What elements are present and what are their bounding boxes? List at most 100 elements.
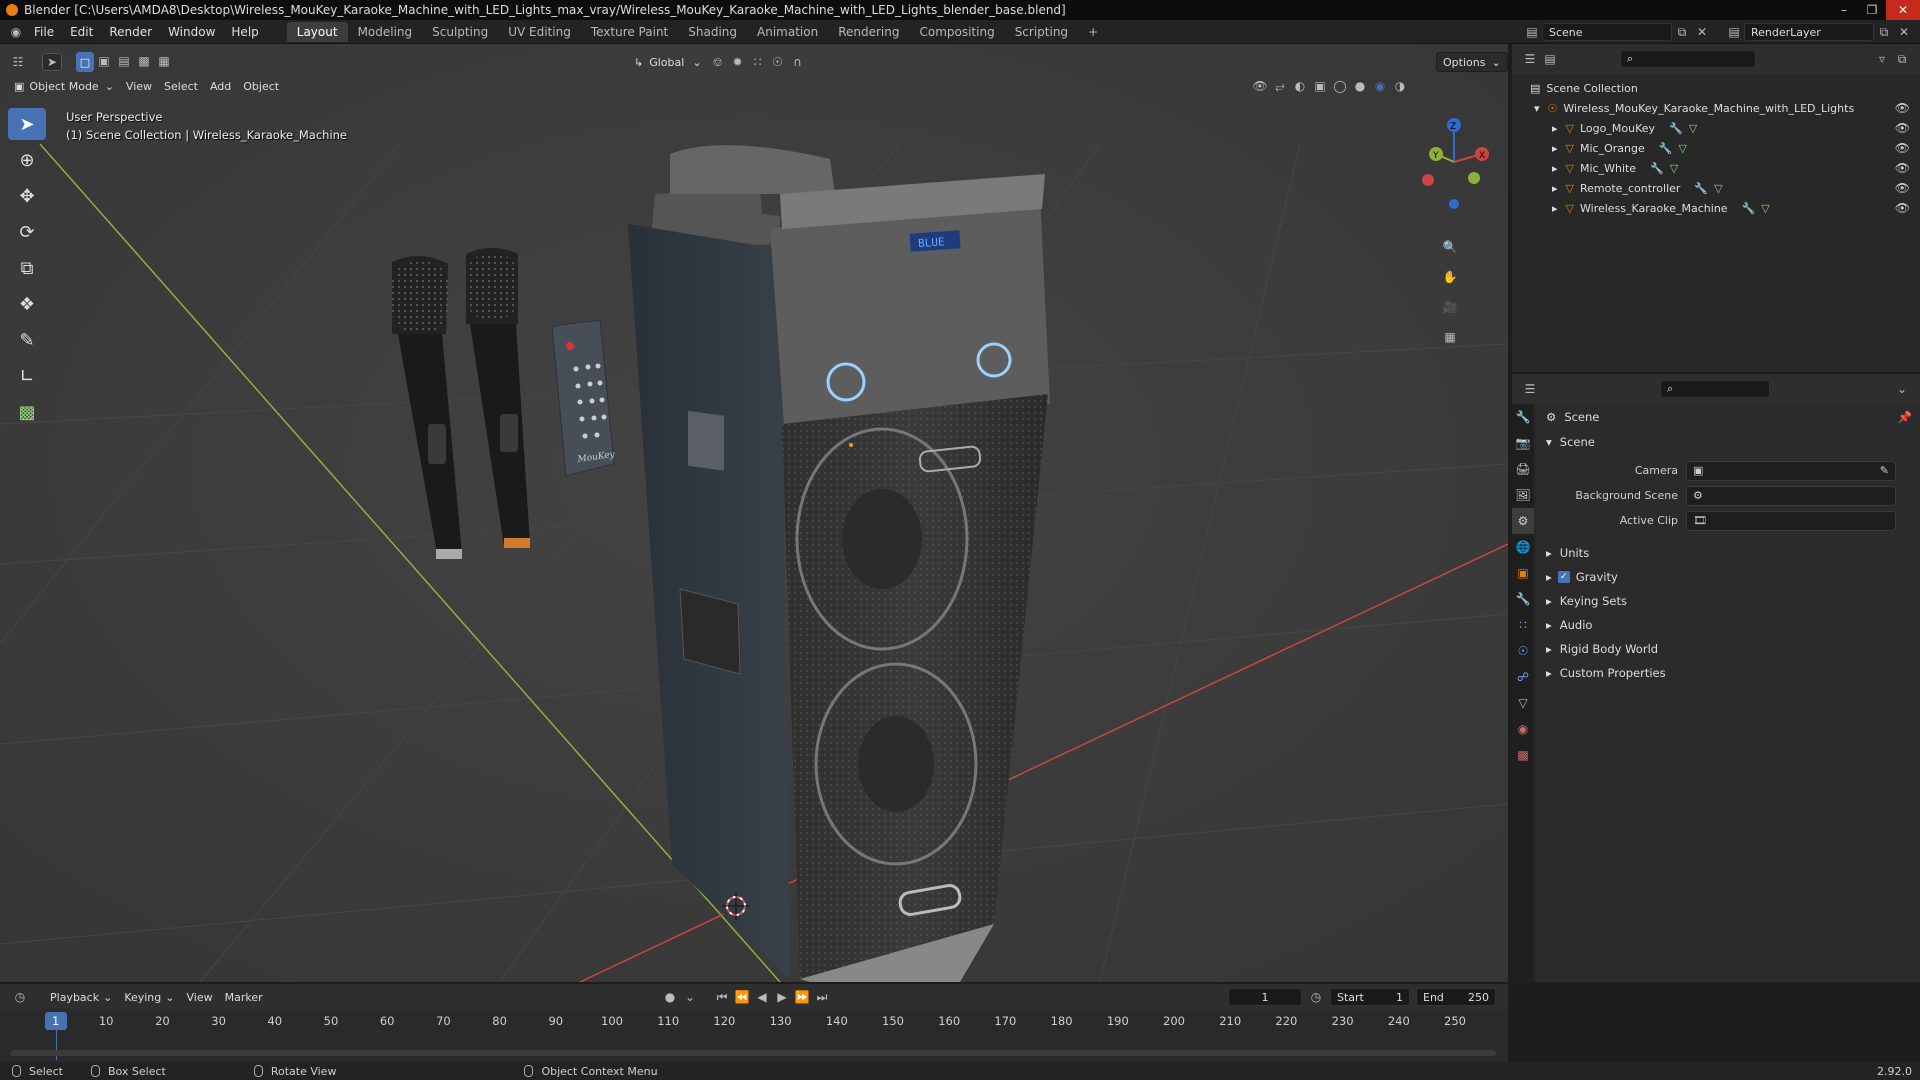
tree-item-mic-white[interactable]: ▸ ▽ Mic_White 🔧 ▽ 👁 xyxy=(1512,158,1920,178)
frame-ruler[interactable]: 10 20 30 40 50 60 70 80 90 100 110 120 130 140 150 160 1… xyxy=(0,1010,1508,1060)
particles-tab-icon[interactable]: ∷ xyxy=(1512,612,1534,638)
options-dropdown[interactable]: Options ⌄ xyxy=(1436,52,1508,72)
mode-invert-icon[interactable]: ▩ xyxy=(134,52,154,70)
custom-properties-panel[interactable]: ▸ Custom Properties xyxy=(1536,661,1920,685)
object-mode-dropdown[interactable]: ▣ Object Mode ⌄ xyxy=(8,76,120,96)
rendered-shading-icon[interactable]: ◑ xyxy=(1390,77,1410,95)
editor-type-icon[interactable]: ☷ xyxy=(8,53,28,71)
transform-icon[interactable]: ❖ xyxy=(8,288,46,320)
delete-scene-icon[interactable]: ✕ xyxy=(1692,23,1712,41)
timeline-scrollbar[interactable] xyxy=(10,1050,1496,1056)
world-tab-icon[interactable]: 🌐 xyxy=(1512,534,1534,560)
tree-item-logo-moukey[interactable]: ▸ ▽ Logo_MouKey 🔧 ▽ 👁 xyxy=(1512,118,1920,138)
menu-edit[interactable]: Edit xyxy=(62,20,101,44)
tree-collection[interactable]: ▾ ☉ Wireless_MouKey_Karaoke_Machine_with… xyxy=(1512,98,1920,118)
chevron-down-icon[interactable]: ⌄ xyxy=(1892,380,1912,398)
falloff-icon[interactable]: ∩ xyxy=(788,53,808,71)
timeline-editor-icon[interactable]: ◷ xyxy=(10,988,30,1006)
select-tool-icon[interactable]: ➤ xyxy=(42,53,62,71)
scene-browse-icon[interactable]: ▤ xyxy=(1522,23,1542,41)
new-layer-icon[interactable]: ⧉ xyxy=(1874,23,1894,41)
eye-icon[interactable]: 👁 xyxy=(1895,161,1910,175)
blender-menu-icon[interactable]: ◉ xyxy=(6,23,26,41)
tab-texture-paint[interactable]: Texture Paint xyxy=(581,22,678,42)
zoom-icon[interactable]: 🔍 xyxy=(1440,238,1460,256)
clock-icon[interactable]: ◷ xyxy=(1306,988,1326,1006)
tree-item-remote-controller[interactable]: ▸ ▽ Remote_controller 🔧 ▽ 👁 xyxy=(1512,178,1920,198)
view-layer-tab-icon[interactable]: 🖼 xyxy=(1512,482,1534,508)
scene-name-field[interactable]: Scene xyxy=(1542,23,1672,41)
object-tab-icon[interactable]: ▣ xyxy=(1512,560,1534,586)
snap-increment-icon[interactable]: ∷ xyxy=(748,53,768,71)
tab-animation[interactable]: Animation xyxy=(747,22,828,42)
scene-tab-icon[interactable]: ⚙ xyxy=(1512,508,1534,534)
properties-editor-icon[interactable]: ☰ xyxy=(1520,380,1540,398)
constraints-tab-icon[interactable]: ☍ xyxy=(1512,664,1534,690)
tab-scripting[interactable]: Scripting xyxy=(1005,22,1078,42)
visibility-icon[interactable]: 👁 xyxy=(1250,77,1270,95)
properties-search-input[interactable]: ⌕ xyxy=(1660,380,1770,398)
camera-field[interactable]: ▣ ✎ xyxy=(1686,460,1896,481)
tree-item-mic-orange[interactable]: ▸ ▽ Mic_Orange 🔧 ▽ 👁 xyxy=(1512,138,1920,158)
outliner-editor-icon[interactable]: ☰ xyxy=(1520,50,1540,68)
jump-start-icon[interactable]: ⏮ xyxy=(712,988,732,1006)
play-icon[interactable]: ▶ xyxy=(772,988,792,1006)
mode-extend-icon[interactable]: ▣ xyxy=(94,52,114,70)
mode-set-icon[interactable]: □ xyxy=(76,52,94,72)
end-frame-field[interactable]: End 250 xyxy=(1416,988,1496,1006)
rotate-icon[interactable]: ⟳ xyxy=(8,216,46,248)
outliner-search-input[interactable]: ⌕ xyxy=(1620,50,1756,68)
delete-layer-icon[interactable]: ✕ xyxy=(1894,23,1914,41)
texture-tab-icon[interactable]: ▩ xyxy=(1512,742,1534,768)
menu-view[interactable]: View xyxy=(120,76,158,96)
gizmo-icon[interactable]: ⥂ xyxy=(1270,77,1290,95)
tab-layout[interactable]: Layout xyxy=(286,21,348,42)
solid-shading-icon[interactable]: ● xyxy=(1350,77,1370,95)
keying-menu[interactable]: Keying ⌄ xyxy=(118,987,180,1007)
overlay-icon[interactable]: ◐ xyxy=(1290,77,1310,95)
layer-browse-icon[interactable]: ▤ xyxy=(1724,23,1744,41)
move-icon[interactable]: ✥ xyxy=(8,180,46,212)
new-collection-icon[interactable]: ⧉ xyxy=(1892,50,1912,68)
mode-subtract-icon[interactable]: ▤ xyxy=(114,52,134,70)
playback-menu[interactable]: Playback ⌄ xyxy=(44,987,118,1007)
keying-sets-panel[interactable]: ▸ Keying Sets xyxy=(1536,589,1920,613)
menu-add[interactable]: Add xyxy=(204,76,237,96)
display-mode-icon[interactable]: ▤ xyxy=(1540,50,1560,68)
pan-hand-icon[interactable]: ✋ xyxy=(1440,268,1460,286)
close-icon[interactable]: ✕ xyxy=(1886,0,1920,20)
next-keyframe-icon[interactable]: ⏩ xyxy=(792,988,812,1006)
annotate-icon[interactable]: ✎ xyxy=(8,324,46,356)
mode-intersect-icon[interactable]: ▦ xyxy=(154,52,174,70)
units-panel[interactable]: ▸ Units xyxy=(1536,541,1920,565)
select-box-icon[interactable]: ➤ xyxy=(8,108,46,140)
render-layer-field[interactable]: RenderLayer xyxy=(1744,23,1874,41)
tab-compositing[interactable]: Compositing xyxy=(909,22,1004,42)
xray-icon[interactable]: ▣ xyxy=(1310,77,1330,95)
karaoke-machine-object[interactable]: BLUE xyxy=(628,145,1050,982)
maximize-icon[interactable]: ❐ xyxy=(1858,0,1886,20)
material-tab-icon[interactable]: ◉ xyxy=(1512,716,1534,742)
ortho-grid-icon[interactable]: ▦ xyxy=(1440,328,1460,346)
menu-help[interactable]: Help xyxy=(223,20,266,44)
eye-icon[interactable]: 👁 xyxy=(1895,141,1910,155)
start-frame-field[interactable]: Start 1 xyxy=(1330,988,1410,1006)
background-scene-field[interactable]: ⚙ xyxy=(1686,485,1896,506)
snap-icon[interactable]: ✹ xyxy=(728,53,748,71)
measure-icon[interactable]: ∟ xyxy=(8,360,46,392)
scale-icon[interactable]: ⧉ xyxy=(8,252,46,284)
tool-tab-icon[interactable]: 🔧 xyxy=(1512,404,1534,430)
menu-window[interactable]: Window xyxy=(160,20,223,44)
navigation-gizmo[interactable]: Z X Y 🔍 ✋ 🎥 ▦ xyxy=(1418,112,1498,352)
material-shading-icon[interactable]: ◉ xyxy=(1370,77,1390,95)
3d-viewport[interactable]: MouKey BLUE ☷ ➤ □ ▣ ▤ ▩ ▦ ↳ Global ⌄ ⎊ ✹… xyxy=(0,44,1508,982)
eyedropper-icon[interactable]: ✎ xyxy=(1880,464,1889,477)
camera-view-icon[interactable]: 🎥 xyxy=(1440,298,1460,316)
current-frame-field[interactable]: 1 xyxy=(1228,988,1302,1006)
marker-menu[interactable]: Marker xyxy=(219,987,269,1007)
tab-shading[interactable]: Shading xyxy=(678,22,747,42)
tab-sculpting[interactable]: Sculpting xyxy=(422,22,498,42)
eye-icon[interactable]: 👁 xyxy=(1895,121,1910,135)
tab-uv-editing[interactable]: UV Editing xyxy=(498,22,581,42)
add-cube-icon[interactable]: ▩ xyxy=(8,396,46,428)
